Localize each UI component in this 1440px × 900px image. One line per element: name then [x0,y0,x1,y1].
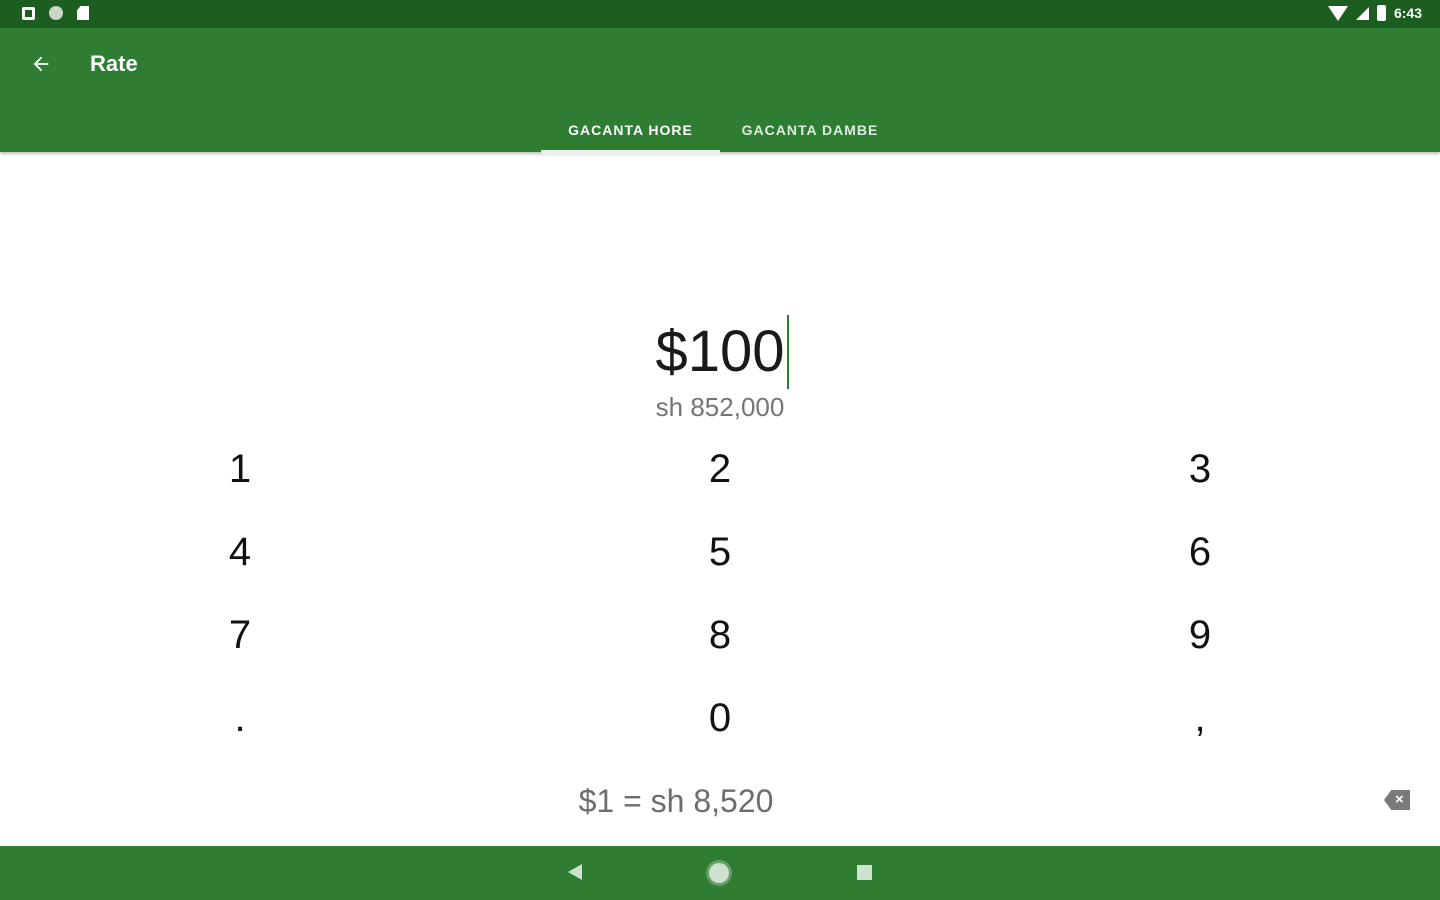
amount-display: $100 [0,315,1440,389]
key-9[interactable]: 9 [960,594,1440,677]
keypad-row: . 0 , [0,677,1440,760]
key-5[interactable]: 5 [480,511,960,594]
key-decimal[interactable]: . [0,677,480,760]
status-time: 6:43 [1393,5,1422,21]
text-cursor [786,315,789,389]
notification-icons [22,6,89,20]
notification-icon [22,6,35,20]
tab-label: GACANTA HORE [568,122,693,138]
back-button[interactable] [26,50,56,80]
sd-card-icon [77,6,89,20]
arrow-left-icon [33,56,49,72]
nav-home-icon[interactable] [709,863,729,883]
exchange-rate: $1 = sh 8,520 [578,783,774,819]
amount-value: $100 [655,319,785,384]
key-2[interactable]: 2 [480,428,960,511]
page-title: Rate [90,51,138,76]
navigation-bar [0,846,1440,900]
keypad-row: 1 2 3 [0,428,1440,511]
tab-gacanta-dambe[interactable]: GACANTA DAMBE [720,108,900,152]
keypad-row: 7 8 9 [0,594,1440,677]
key-3[interactable]: 3 [960,428,1440,511]
backspace-icon: × [1384,790,1410,810]
amount-input[interactable]: $100 [655,315,789,389]
key-1[interactable]: 1 [0,428,480,511]
key-8[interactable]: 8 [480,594,960,677]
battery-icon [1376,5,1386,21]
number-keypad: 1 2 3 4 5 6 7 8 9 . 0 , [0,428,1440,760]
wifi-icon [1327,5,1348,21]
converted-amount: sh 852,000 [655,392,785,422]
tab-selected-indicator [541,150,720,154]
status-bar: 6:43 [0,0,1440,28]
nav-recents-icon[interactable] [857,865,872,880]
sync-icon [49,6,63,20]
key-6[interactable]: 6 [960,511,1440,594]
tab-gacanta-hore[interactable]: GACANTA HORE [541,108,720,154]
app-bar: Rate GACANTA HORE GACANTA DAMBE [0,28,1440,154]
backspace-button[interactable]: × [1380,790,1412,812]
nav-back-icon[interactable] [568,864,582,880]
tab-label: GACANTA DAMBE [741,122,879,138]
key-7[interactable]: 7 [0,594,480,677]
key-4[interactable]: 4 [0,511,480,594]
key-comma[interactable]: , [960,677,1440,760]
signal-icon [1355,6,1369,20]
system-icons: 6:43 [1327,5,1422,21]
tab-bar: GACANTA HORE GACANTA DAMBE [541,108,900,154]
key-0[interactable]: 0 [480,677,960,760]
keypad-row: 4 5 6 [0,511,1440,594]
